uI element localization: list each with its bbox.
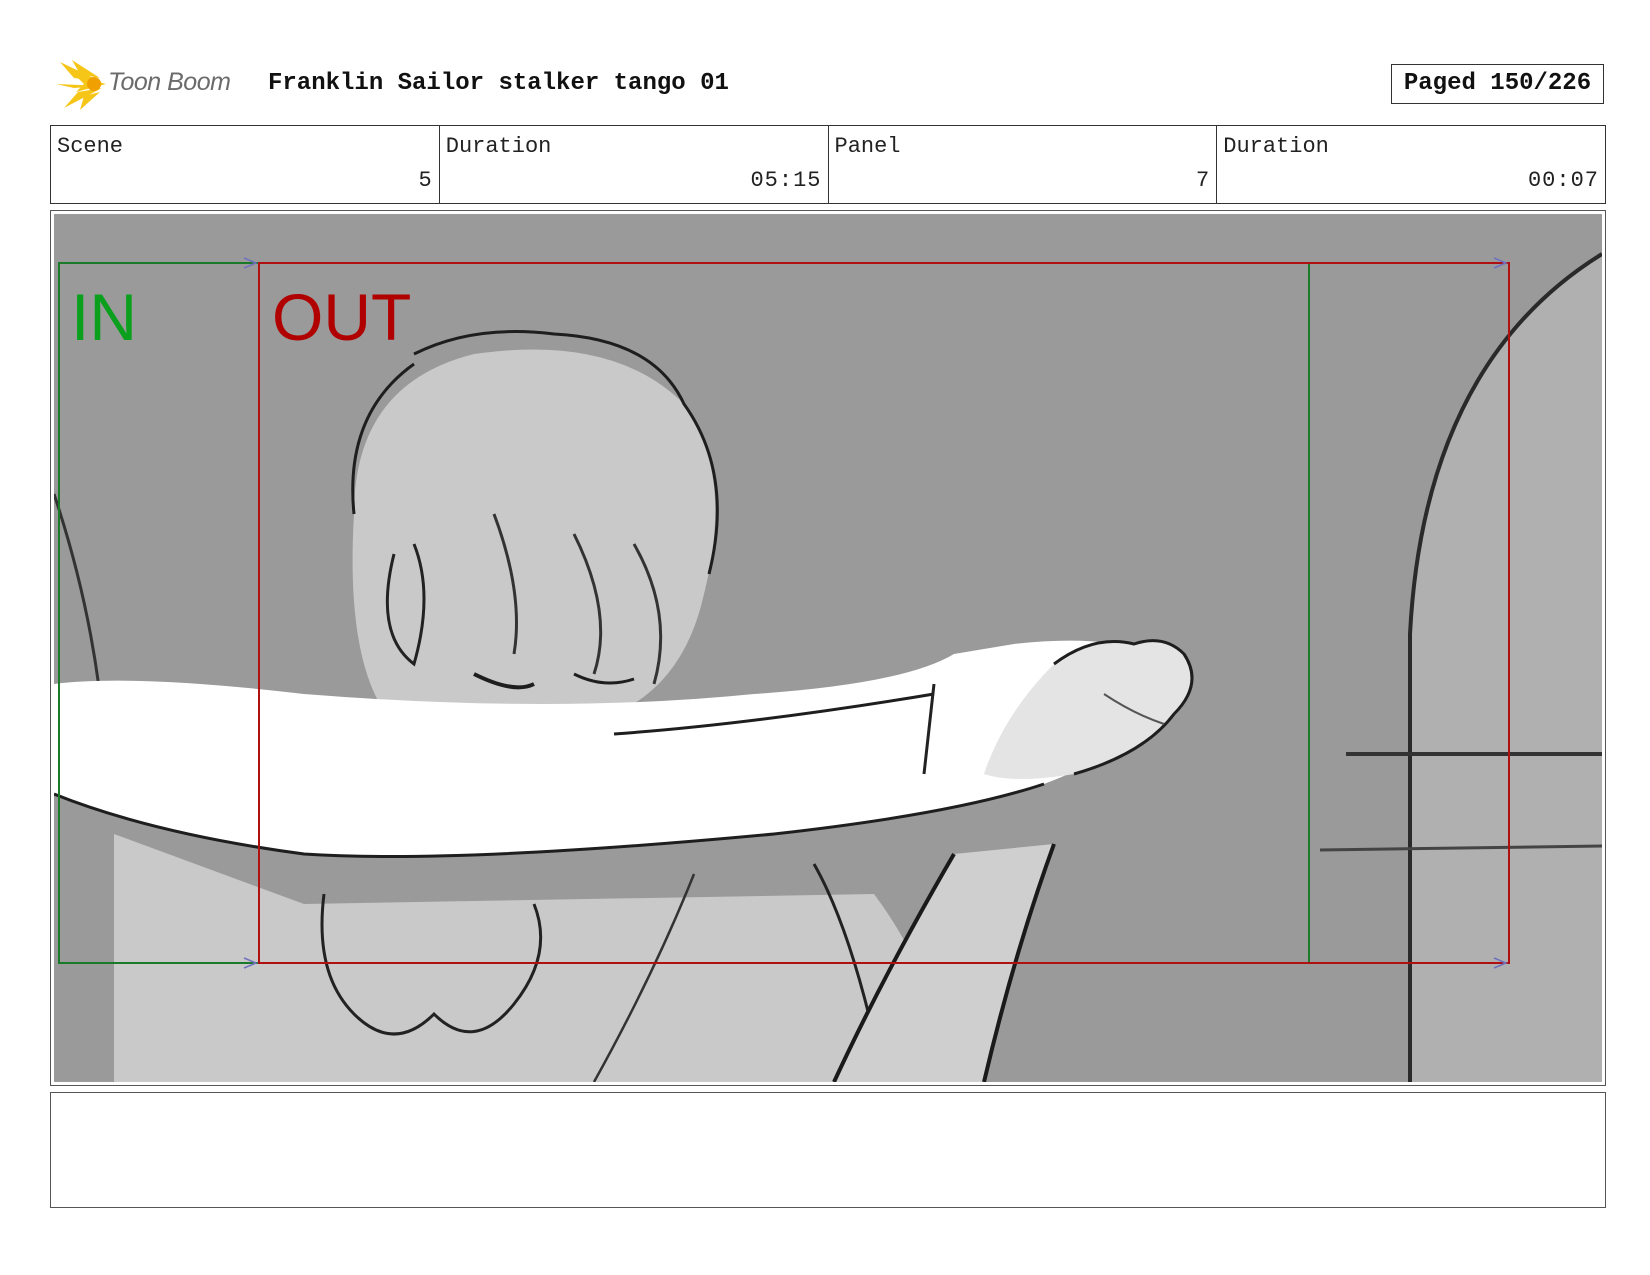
scene-value: 5 bbox=[418, 168, 433, 193]
starburst-logo-icon bbox=[56, 60, 106, 110]
panel-label: Panel bbox=[834, 134, 901, 159]
in-label: IN bbox=[71, 280, 137, 354]
head-shape bbox=[352, 349, 716, 734]
storyboard-title: Franklin Sailor stalker tango 01 bbox=[268, 70, 729, 97]
panel-cell: Panel 7 bbox=[829, 126, 1218, 203]
scene-duration-label: Duration bbox=[445, 134, 552, 159]
panel-sketch: IN OUT bbox=[54, 214, 1602, 1082]
page-header: Toon Boom Franklin Sailor stalker tango … bbox=[0, 0, 1650, 120]
scene-cell: Scene 5 bbox=[51, 126, 440, 203]
panel-notes-box bbox=[50, 1092, 1606, 1208]
scene-label: Scene bbox=[57, 134, 124, 159]
toon-boom-logo: Toon Boom bbox=[54, 58, 254, 112]
storyboard-panel-image: IN OUT bbox=[54, 214, 1602, 1082]
scene-info-table: Scene 5 Duration 05:15 Panel 7 Duration … bbox=[50, 125, 1606, 204]
scene-duration-cell: Duration 05:15 bbox=[440, 126, 829, 203]
panel-value: 7 bbox=[1196, 168, 1211, 193]
out-label: OUT bbox=[272, 280, 411, 354]
panel-duration-value: 00:07 bbox=[1527, 168, 1599, 193]
page-indicator: Paged 150/226 bbox=[1391, 64, 1604, 104]
scene-duration-value: 05:15 bbox=[750, 168, 822, 193]
panel-duration-label: Duration bbox=[1223, 134, 1329, 159]
logo-wordmark: Toon Boom bbox=[108, 68, 231, 96]
panel-duration-cell: Duration 00:07 bbox=[1217, 126, 1605, 203]
